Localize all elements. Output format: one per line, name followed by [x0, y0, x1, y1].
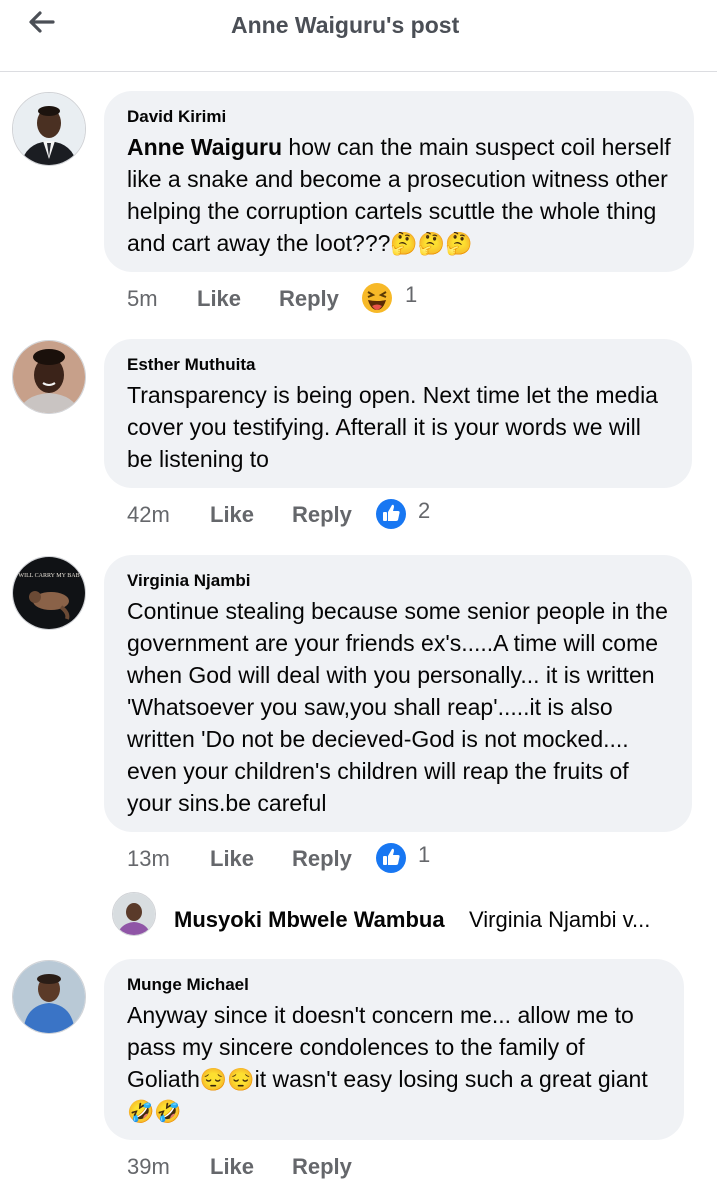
reaction-count: 1: [405, 282, 418, 307]
avatar[interactable]: [12, 960, 86, 1034]
thumbs-up-icon[interactable]: [375, 842, 407, 874]
like-button[interactable]: Like: [210, 846, 254, 872]
like-button[interactable]: Like: [197, 286, 241, 312]
avatar[interactable]: [112, 892, 156, 936]
avatar[interactable]: [12, 340, 86, 414]
comment-actions: 39m Like Reply: [127, 1154, 387, 1184]
reply-author[interactable]: Musyoki Mbwele Wambua: [174, 907, 445, 933]
reaction-count: 2: [418, 498, 431, 523]
page-title: Anne Waiguru's post: [231, 12, 460, 38]
comment-author[interactable]: David Kirimi: [127, 107, 672, 127]
rofl-emoji: 🤣🤣: [127, 1099, 182, 1124]
comment-author[interactable]: Esther Muthuita: [127, 355, 670, 375]
comment-time: 13m: [127, 846, 170, 871]
comment-time: 39m: [127, 1154, 170, 1179]
like-button[interactable]: Like: [210, 1154, 254, 1180]
reply-preview[interactable]: Musyoki Mbwele Wambua Virginia Njambi v.…: [112, 892, 712, 936]
reaction-count: 1: [418, 842, 431, 867]
thumbs-up-icon[interactable]: [375, 498, 407, 530]
reply-snippet: Virginia Njambi v...: [469, 907, 651, 932]
comment-bubble: David Kirimi Anne Waiguru how can the ma…: [104, 91, 694, 272]
thinking-emoji: 🤔🤔🤔: [390, 231, 473, 256]
mention-link[interactable]: Anne Waiguru: [127, 134, 282, 160]
comment-author[interactable]: Munge Michael: [127, 975, 662, 995]
comment-text: Anne Waiguru how can the main suspect co…: [127, 134, 671, 256]
reply-button[interactable]: Reply: [292, 502, 352, 528]
avatar[interactable]: WILL CARRY MY BAB: [12, 556, 86, 630]
comment-actions: 13m Like Reply 1: [127, 842, 447, 876]
reply-button[interactable]: Reply: [292, 1154, 352, 1180]
back-arrow-icon[interactable]: [26, 10, 58, 34]
pensive-emoji: 😔😔: [199, 1067, 255, 1092]
comment-actions: 42m Like Reply 2: [127, 498, 447, 532]
comment-text: Transparency is being open. Next time le…: [127, 382, 658, 472]
like-button[interactable]: Like: [210, 502, 254, 528]
svg-text:WILL CARRY MY BAB: WILL CARRY MY BAB: [18, 573, 79, 579]
reply-button[interactable]: Reply: [292, 846, 352, 872]
comment-time: 42m: [127, 502, 170, 527]
comment-text: Anyway since it doesn't concern me... al…: [127, 1002, 648, 1124]
comment-text: Continue stealing because some senior pe…: [127, 598, 668, 816]
comment-time: 5m: [127, 286, 158, 311]
reply-button[interactable]: Reply: [279, 286, 339, 312]
comment-actions: 5m Like Reply 1: [127, 282, 427, 316]
top-bar: Anne Waiguru's post: [0, 0, 717, 72]
comment-bubble: Esther Muthuita Transparency is being op…: [104, 339, 692, 488]
comment-bubble: Virginia Njambi Continue stealing becaus…: [104, 555, 692, 832]
comment-bubble: Munge Michael Anyway since it doesn't co…: [104, 959, 684, 1140]
comment-author[interactable]: Virginia Njambi: [127, 571, 670, 591]
laughing-emoji-icon[interactable]: [361, 282, 393, 314]
avatar[interactable]: [12, 92, 86, 166]
